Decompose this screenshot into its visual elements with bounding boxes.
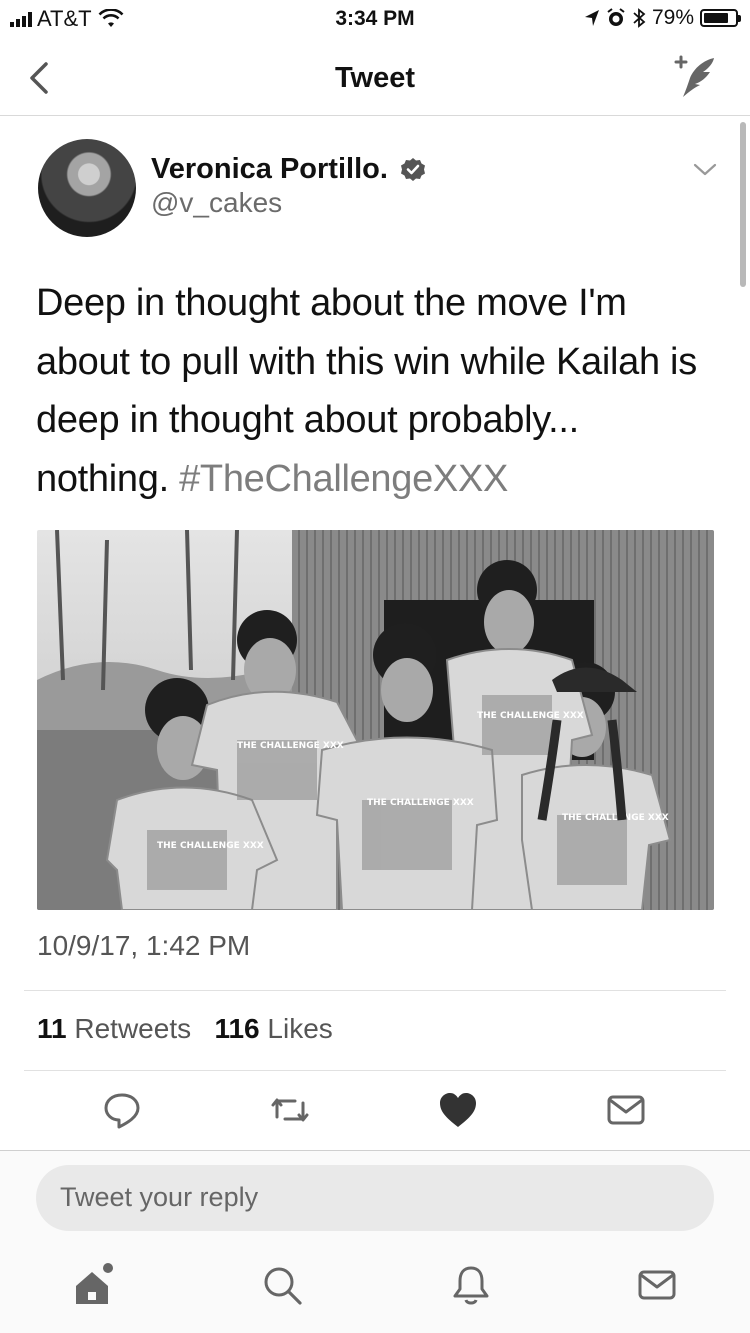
tweet-text: Deep in thought about the move I'm about…: [36, 274, 726, 508]
likes-count: 116: [214, 1013, 260, 1044]
avatar[interactable]: [38, 139, 136, 237]
likes-stat[interactable]: 116 Likes: [214, 1013, 332, 1044]
shirt-text: THE CHALLENGE XXX: [157, 841, 264, 851]
retweets-stat[interactable]: 11 Retweets: [37, 1013, 191, 1044]
tweet-text-line: nothing. #TheChallengeXXX: [36, 450, 726, 509]
location-icon: [584, 10, 599, 26]
author-row: Veronica Portillo.: [151, 153, 426, 186]
battery-icon: [700, 9, 741, 27]
divider: [24, 990, 726, 991]
likes-label: Likes: [267, 1013, 333, 1044]
bluetooth-icon: [633, 8, 646, 28]
divider: [24, 1070, 726, 1071]
retweet-icon[interactable]: [267, 1087, 313, 1133]
compose-tweet-icon[interactable]: [670, 54, 720, 100]
direct-message-icon[interactable]: [603, 1087, 649, 1133]
alarm-icon: [607, 8, 625, 26]
tweet-stats: 11 Retweets 116 Likes: [37, 1013, 333, 1045]
notifications-icon[interactable]: [448, 1262, 494, 1308]
navigation-bar: Tweet: [0, 40, 750, 116]
shirt-text: THE CHALLENGE XXX: [237, 741, 344, 751]
retweets-count: 11: [37, 1013, 67, 1044]
chevron-down-icon[interactable]: [690, 158, 720, 182]
tweet-text-line: about to pull with this win while Kailah…: [36, 340, 697, 383]
page-title: Tweet: [334, 62, 416, 94]
battery-percent: 79%: [651, 6, 694, 29]
like-icon[interactable]: [435, 1087, 481, 1133]
scrollbar[interactable]: [740, 122, 746, 287]
reply-input[interactable]: Tweet your reply: [36, 1165, 714, 1231]
tweet-text-end: nothing.: [36, 457, 169, 500]
tweet-photo[interactable]: THE CHALLENGE XXX THE CHALLENGE XXX THE …: [37, 530, 714, 910]
shirt-text: THE CHALLENGE XXX: [562, 813, 669, 823]
search-icon[interactable]: [259, 1262, 305, 1308]
reply-icon[interactable]: [99, 1087, 145, 1133]
retweets-label: Retweets: [74, 1013, 192, 1044]
messages-icon[interactable]: [634, 1262, 680, 1308]
verified-badge-icon: [400, 157, 425, 181]
tweet-text-line: deep in thought about probably...: [36, 399, 579, 441]
author-handle[interactable]: @v_cakes: [151, 187, 282, 219]
tweet-timestamp: 10/9/17, 1:42 PM: [37, 930, 251, 961]
status-right: 79%: [584, 6, 741, 30]
author-name[interactable]: Veronica Portillo.: [151, 153, 388, 186]
tweet-text-line: Deep in thought about the move I'm: [36, 282, 627, 324]
home-icon[interactable]: [70, 1262, 116, 1308]
shirt-text: THE CHALLENGE XXX: [367, 798, 474, 808]
shirt-text: THE CHALLENGE XXX: [477, 711, 584, 721]
hashtag-link[interactable]: #TheChallengeXXX: [179, 458, 508, 500]
status-bar: AT&T 3:34 PM 79%: [0, 0, 750, 40]
